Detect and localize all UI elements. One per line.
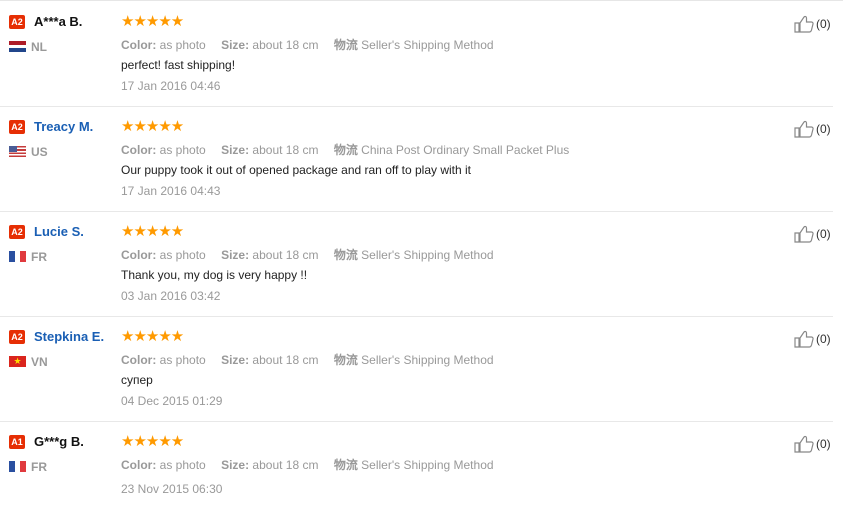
buyer-country: FR	[31, 250, 47, 264]
helpful-button[interactable]: (0)	[794, 435, 831, 453]
review-item: A2 A***a B. NL ★★★★★ Color: as photo Siz…	[0, 1, 833, 107]
feedback-text: Thank you, my dog is very happy !!	[121, 268, 308, 282]
buyer-name: A***a B.	[34, 14, 83, 29]
review-item: A1 G***g B. FR ★★★★★ Color: as photo Siz…	[0, 421, 833, 526]
helpful-button[interactable]: (0)	[794, 120, 831, 138]
shipping-value: Seller's Shipping Method	[361, 353, 494, 367]
size-label: Size:	[221, 38, 250, 52]
order-attributes: Color: as photo Size: about 18 cm 物流 Sel…	[121, 351, 494, 368]
helpful-count: (0)	[816, 437, 831, 451]
size-value: about 18 cm	[252, 458, 319, 472]
helpful-count: (0)	[816, 122, 831, 136]
color-value: as photo	[159, 458, 206, 472]
feedback-text: супер	[121, 373, 153, 387]
shipping-label: 物流	[333, 38, 358, 52]
order-attributes: Color: as photo Size: about 18 cm 物流 Sel…	[121, 456, 494, 473]
buyer-level-badge: A2	[9, 120, 25, 134]
shipping-label: 物流	[333, 143, 358, 157]
color-value: as photo	[159, 143, 206, 157]
size-label: Size:	[221, 458, 250, 472]
flag-fr-icon	[9, 461, 26, 472]
shipping-label: 物流	[333, 353, 358, 367]
color-value: as photo	[159, 353, 206, 367]
flag-vn-icon: ★	[9, 356, 26, 367]
flag-fr-icon	[9, 251, 26, 262]
star-rating: ★★★★★	[121, 223, 184, 240]
shipping-value: Seller's Shipping Method	[361, 38, 494, 52]
buyer-country: FR	[31, 460, 47, 474]
buyer-country: US	[31, 145, 48, 159]
color-label: Color:	[121, 458, 157, 472]
size-label: Size:	[221, 353, 250, 367]
color-label: Color:	[121, 38, 157, 52]
buyer-level-badge: A2	[9, 15, 25, 29]
review-date: 04 Dec 2015 01:29	[121, 394, 223, 408]
order-attributes: Color: as photo Size: about 18 cm 物流 Sel…	[121, 36, 494, 53]
buyer-level-badge: A2	[9, 330, 25, 344]
size-value: about 18 cm	[252, 248, 319, 262]
shipping-label: 物流	[333, 458, 358, 472]
buyer-level-badge: A1	[9, 435, 25, 449]
thumbs-up-icon[interactable]	[794, 15, 814, 33]
buyer-country: NL	[31, 40, 47, 54]
size-value: about 18 cm	[252, 143, 319, 157]
color-value: as photo	[159, 38, 206, 52]
review-date: 17 Jan 2016 04:46	[121, 79, 221, 93]
star-rating: ★★★★★	[121, 328, 184, 345]
color-label: Color:	[121, 248, 157, 262]
thumbs-up-icon[interactable]	[794, 120, 814, 138]
flag-us-icon	[9, 146, 26, 157]
helpful-count: (0)	[816, 17, 831, 31]
color-label: Color:	[121, 143, 157, 157]
shipping-label: 物流	[333, 248, 358, 262]
thumbs-up-icon[interactable]	[794, 435, 814, 453]
buyer-name[interactable]: Stepkina E.	[34, 329, 104, 344]
feedback-text: Our puppy took it out of opened package …	[121, 163, 472, 177]
shipping-value: Seller's Shipping Method	[361, 248, 494, 262]
star-rating: ★★★★★	[121, 13, 184, 30]
shipping-value: China Post Ordinary Small Packet Plus	[361, 143, 570, 157]
buyer-level-badge: A2	[9, 225, 25, 239]
size-value: about 18 cm	[252, 353, 319, 367]
thumbs-up-icon[interactable]	[794, 225, 814, 243]
review-date: 17 Jan 2016 04:43	[121, 184, 221, 198]
review-item: A2 Lucie S. FR ★★★★★ Color: as photo Siz…	[0, 211, 833, 317]
size-label: Size:	[221, 248, 250, 262]
star-rating: ★★★★★	[121, 433, 184, 450]
helpful-button[interactable]: (0)	[794, 225, 831, 243]
order-attributes: Color: as photo Size: about 18 cm 物流 Sel…	[121, 246, 494, 263]
color-value: as photo	[159, 248, 206, 262]
review-date: 23 Nov 2015 06:30	[121, 482, 223, 496]
buyer-name[interactable]: Lucie S.	[34, 224, 84, 239]
helpful-count: (0)	[816, 227, 831, 241]
review-item: A2 Stepkina E. ★ VN ★★★★★ Color: as phot…	[0, 316, 833, 422]
helpful-button[interactable]: (0)	[794, 330, 831, 348]
review-item: A2 Treacy M. US ★★★★★ Color: as photo Si…	[0, 106, 833, 212]
buyer-country: VN	[31, 355, 48, 369]
helpful-button[interactable]: (0)	[794, 15, 831, 33]
review-date: 03 Jan 2016 03:42	[121, 289, 221, 303]
star-rating: ★★★★★	[121, 118, 184, 135]
shipping-value: Seller's Shipping Method	[361, 458, 494, 472]
color-label: Color:	[121, 353, 157, 367]
buyer-name[interactable]: Treacy M.	[34, 119, 93, 134]
feedback-text: perfect! fast shipping!	[121, 58, 236, 72]
flag-nl-icon	[9, 41, 26, 52]
size-label: Size:	[221, 143, 250, 157]
size-value: about 18 cm	[252, 38, 319, 52]
buyer-name: G***g B.	[34, 434, 84, 449]
helpful-count: (0)	[816, 332, 831, 346]
thumbs-up-icon[interactable]	[794, 330, 814, 348]
order-attributes: Color: as photo Size: about 18 cm 物流 Chi…	[121, 141, 569, 158]
